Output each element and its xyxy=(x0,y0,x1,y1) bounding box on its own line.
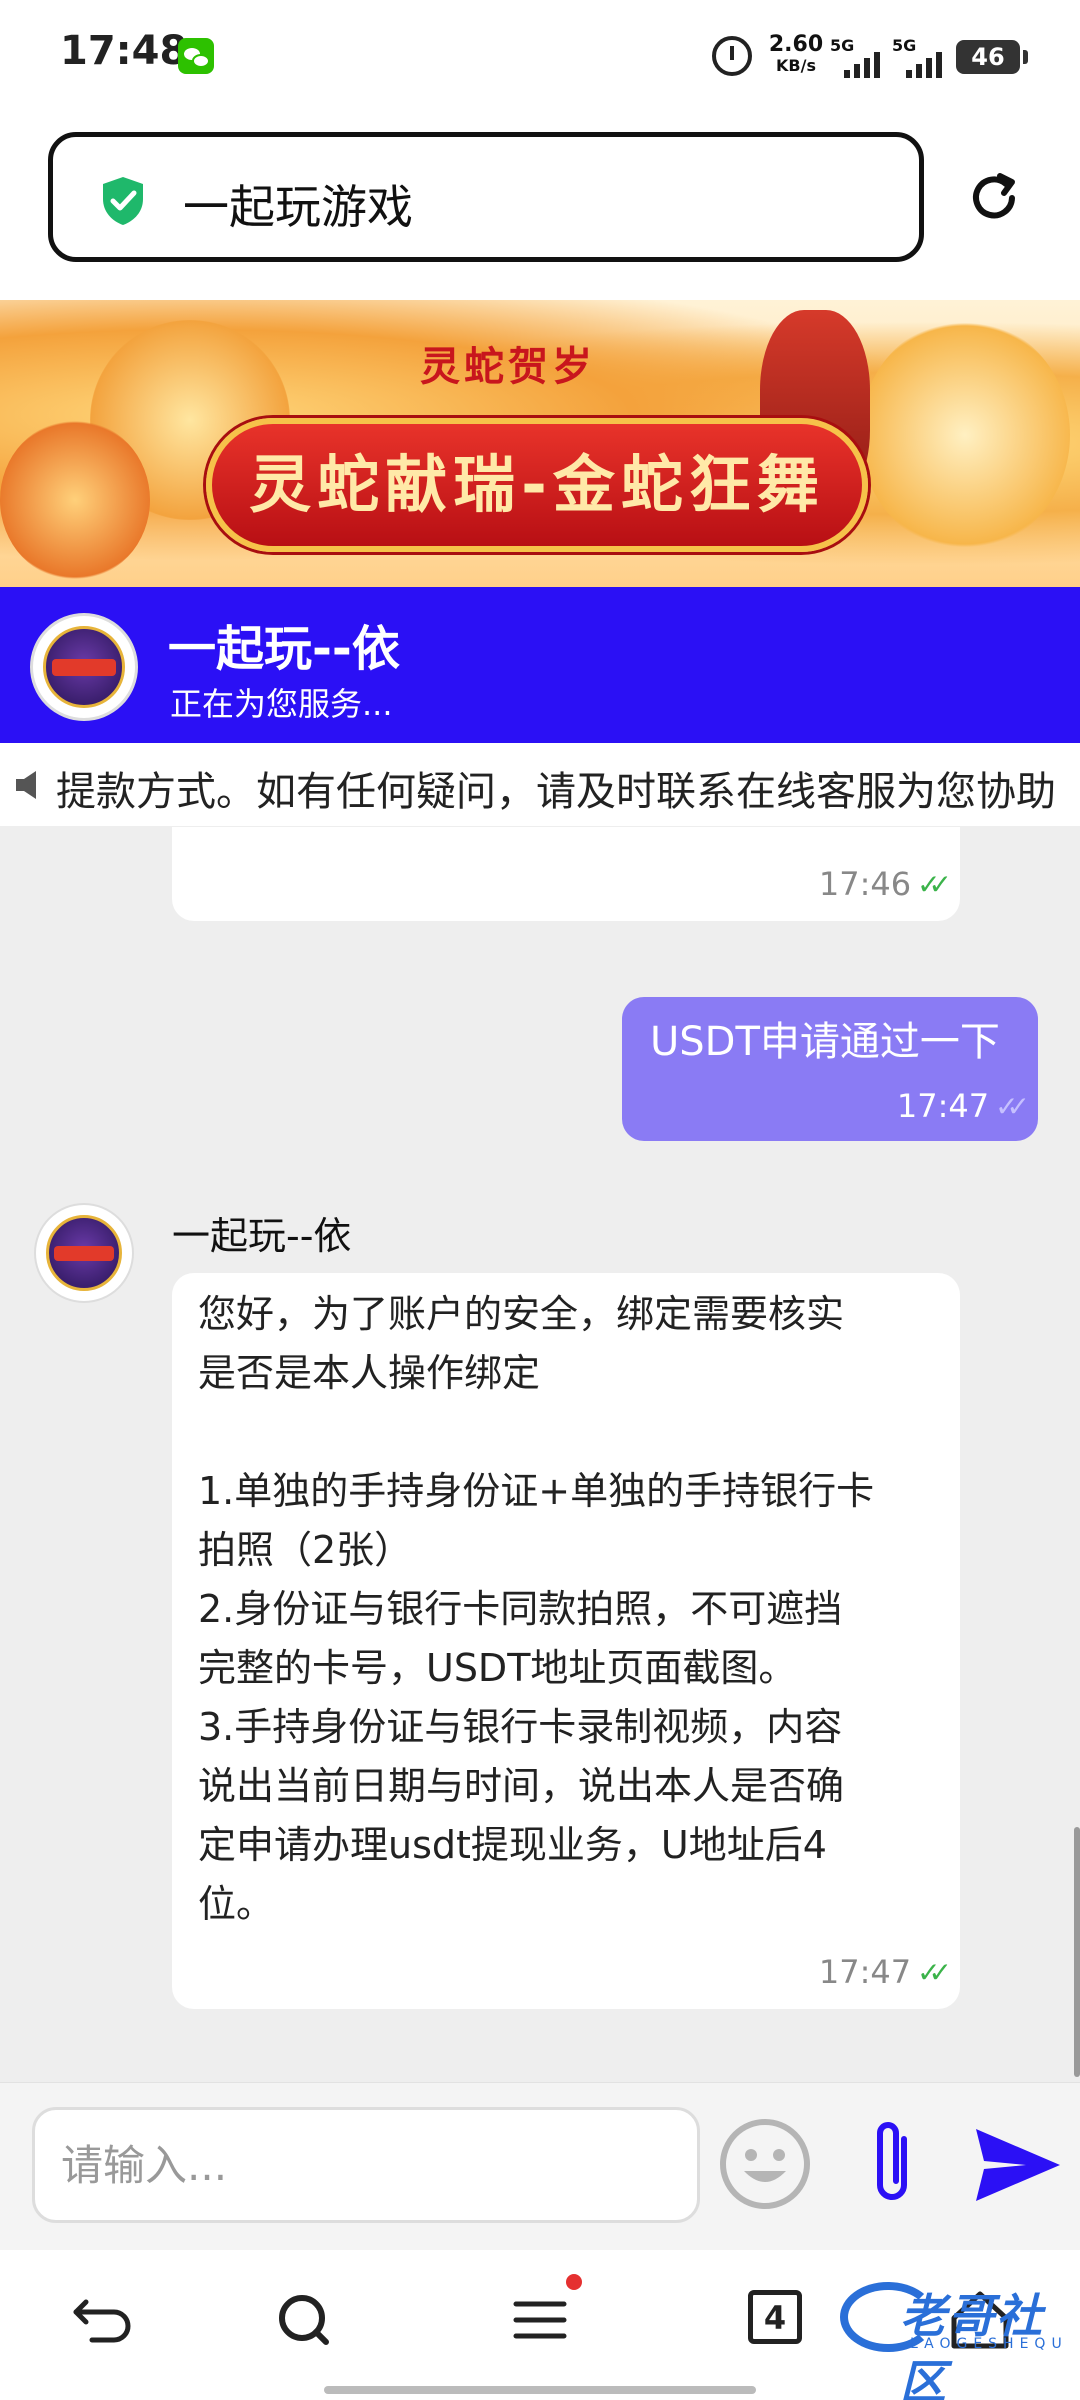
reload-icon[interactable] xyxy=(964,168,1024,228)
banner-main-title: 灵蛇献瑞-金蛇狂舞 xyxy=(249,448,825,521)
watermark-sub: LAOGESHEQU xyxy=(910,2336,1068,2352)
message-input[interactable] xyxy=(32,2107,700,2223)
agent-avatar xyxy=(34,1203,134,1303)
read-check-icon: ✓✓ xyxy=(917,867,952,901)
message-time: 17:47 xyxy=(818,1953,912,1991)
notification-dot xyxy=(566,2274,582,2290)
message-time-row: 17:47 ✓✓ xyxy=(818,1953,952,1991)
network-speed-value: 2.60 xyxy=(768,32,824,57)
message-bubble-user: USDT申请通过一下 17:47 ✓✓ xyxy=(622,997,1038,1141)
agent-name: 一起玩--依 xyxy=(168,621,400,677)
banner-small-title: 灵蛇贺岁 xyxy=(420,344,596,390)
chat-header: 一起玩--依 正在为您服务... xyxy=(0,587,1080,743)
battery-icon: 46 xyxy=(956,40,1028,74)
watermark-logo: 老哥社区 LAOGESHEQU xyxy=(840,2270,1070,2400)
network-speed-unit: KB/s xyxy=(776,56,816,75)
network-speed: 2.60 KB/s xyxy=(766,34,826,74)
emoji-icon[interactable] xyxy=(718,2117,812,2211)
speaker-icon xyxy=(16,771,36,799)
signal-icon: 5G xyxy=(830,36,894,78)
notice-marquee: 提款方式。如有任何疑问，请及时联系在线客服为您协助 xyxy=(0,743,1080,827)
read-check-icon: ✓✓ xyxy=(917,1955,952,1989)
address-text: 一起玩游戏 xyxy=(183,180,413,234)
alarm-icon xyxy=(712,36,752,76)
chat-scrollbar[interactable] xyxy=(1074,1827,1080,2077)
message-text: 服务您协助处理！ xyxy=(198,827,502,838)
status-time: 17:48 xyxy=(60,28,188,74)
bottom-navigation: 4 老哥社区 LAOGESHEQU xyxy=(0,2250,1080,2400)
message-bubble-agent: 服务您协助处理！ 17:46 ✓✓ xyxy=(172,827,960,921)
message-time-row: 17:47 ✓✓ xyxy=(896,1087,1030,1125)
menu-button[interactable] xyxy=(500,2274,582,2360)
search-icon[interactable] xyxy=(264,2280,344,2360)
message-time: 17:46 xyxy=(818,865,912,903)
notice-text: 提款方式。如有任何疑问，请及时联系在线客服为您协助 xyxy=(56,769,1056,815)
agent-avatar xyxy=(30,613,138,721)
message-text: USDT申请通过一下 xyxy=(650,1019,1000,1065)
wechat-notification-icon xyxy=(178,38,214,74)
message-sender: 一起玩--依 xyxy=(172,1214,352,1258)
chat-messages[interactable]: 服务您协助处理！ 17:46 ✓✓ USDT申请通过一下 17:47 ✓✓ 一起… xyxy=(0,827,1080,2082)
tabs-count: 4 xyxy=(748,2290,802,2344)
read-check-icon: ✓✓ xyxy=(995,1089,1030,1123)
banner-title-plate: 灵蛇献瑞-金蛇狂舞 xyxy=(206,418,868,552)
tabs-button[interactable]: 4 xyxy=(738,2280,818,2360)
agent-status: 正在为您服务... xyxy=(170,685,393,723)
back-icon[interactable] xyxy=(64,2280,144,2360)
menu-icon xyxy=(513,2301,567,2339)
message-time: 17:47 xyxy=(896,1087,990,1125)
signal-icon-2: 5G xyxy=(892,36,956,78)
input-bar xyxy=(0,2082,1080,2250)
message-bubble-agent: 您好，为了账户的安全，绑定需要核实 是否是本人操作绑定 1.单独的手持身份证+单… xyxy=(172,1273,960,2009)
message-time-row: 17:46 ✓✓ xyxy=(818,865,952,903)
message-text: 您好，为了账户的安全，绑定需要核实 是否是本人操作绑定 1.单独的手持身份证+单… xyxy=(198,1292,875,1926)
paperclip-icon[interactable] xyxy=(860,2113,924,2213)
address-bar[interactable]: 一起玩游戏 xyxy=(48,132,924,262)
promo-banner[interactable]: 灵蛇贺岁 灵蛇献瑞-金蛇狂舞 xyxy=(0,300,1080,587)
send-icon[interactable] xyxy=(974,2127,1062,2203)
status-bar: 17:48 2.60 KB/s 5G 5G 46 xyxy=(0,0,1080,110)
shield-check-icon xyxy=(103,177,143,225)
home-indicator xyxy=(324,2386,756,2394)
